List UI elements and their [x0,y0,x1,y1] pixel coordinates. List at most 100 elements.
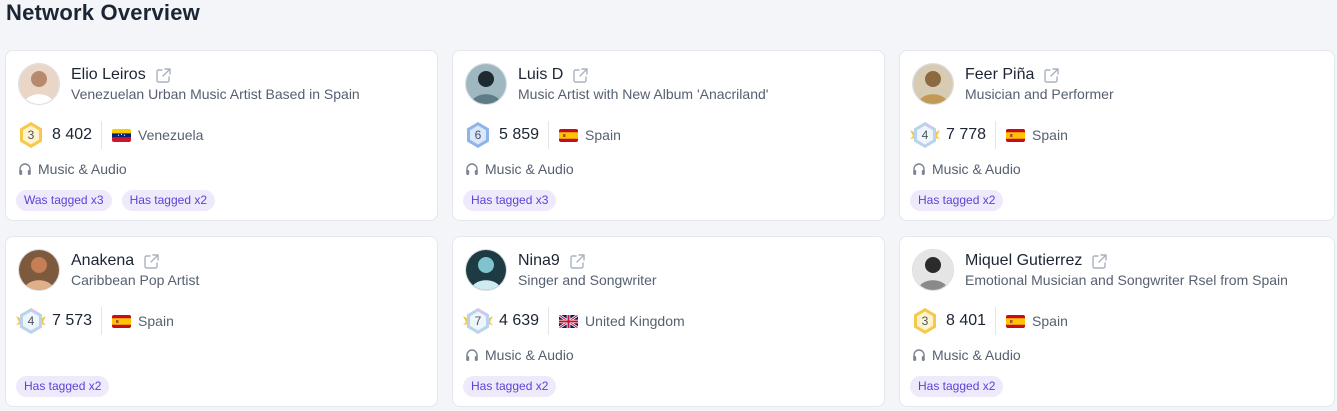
country-label: Spain [1032,313,1068,329]
headphones-icon [465,162,479,176]
profile-description: Singer and Songwriter [518,272,657,288]
score-value: 7 573 [52,312,93,329]
profile-name[interactable]: Miquel Gutierrez [965,252,1082,270]
category-row: Music & Audio [912,160,1021,178]
country-label: Spain [1032,127,1068,143]
avatar[interactable] [912,249,954,291]
level-badge-icon: 7 [463,306,493,336]
category-label: Music & Audio [38,161,127,177]
category-row: Music & Audio [912,346,1021,364]
external-link-icon[interactable] [1091,253,1108,270]
tag-chip[interactable]: Has tagged x2 [463,376,557,397]
tag-chip[interactable]: Has tagged x3 [463,190,557,211]
profile-name[interactable]: Luis D [518,66,563,84]
tag-list: Has tagged x2 [910,376,1013,397]
headphones-icon [465,348,479,362]
score-value: 7 778 [946,126,987,143]
external-link-icon[interactable] [569,253,586,270]
profile-name[interactable]: Nina9 [518,252,560,270]
country-label: Spain [138,313,174,329]
profile-card: Feer Piña Musician and Performer 4 7 778 Spa… [899,50,1335,221]
external-link-icon[interactable] [1043,67,1060,84]
profile-card: Luis D Music Artist with New Album 'Anacr… [452,50,885,221]
divider [548,121,550,149]
name-row: Anakena [71,250,160,272]
tag-list: Was tagged x3 Has tagged x2 [16,190,225,211]
level-number: 7 [474,314,482,328]
tag-list: Has tagged x3 [463,190,566,211]
tag-chip[interactable]: Has tagged x2 [910,190,1004,211]
level-badge-icon: 3 [16,120,46,150]
category-label: Music & Audio [932,161,1021,177]
profile-card: Elio Leiros Venezuelan Urban Music Artist… [5,50,438,221]
tag-chip[interactable]: Has tagged x2 [910,376,1004,397]
category-row: Music & Audio [465,346,574,364]
avatar[interactable] [465,63,507,105]
tag-chip[interactable]: Has tagged x2 [16,376,110,397]
name-row: Luis D [518,64,589,86]
category-row: Music & Audio [465,160,574,178]
spain-flag-icon [1006,314,1026,328]
level-number: 3 [27,128,35,142]
headphones-icon [18,162,32,176]
profile-description: Music Artist with New Album 'Anacriland' [518,86,769,102]
stats-row: 6 5 859 Spain [463,121,621,149]
level-number: 3 [921,314,929,328]
uk-flag-icon [559,314,579,328]
divider [101,121,103,149]
spain-flag-icon [112,314,132,328]
network-grid: Elio Leiros Venezuelan Urban Music Artist… [0,0,1337,411]
category-label: Music & Audio [485,347,574,363]
profile-card: Miquel Gutierrez Emotional Musician and S… [899,236,1335,407]
score-value: 5 859 [499,126,540,143]
profile-name[interactable]: Feer Piña [965,66,1034,84]
category-row: Music & Audio [18,160,127,178]
score-value: 8 401 [946,312,987,329]
avatar[interactable] [18,249,60,291]
level-badge-icon: 6 [463,120,493,150]
venezuela-flag-icon [112,128,132,142]
avatar[interactable] [18,63,60,105]
external-link-icon[interactable] [143,253,160,270]
profile-name[interactable]: Elio Leiros [71,66,146,84]
name-row: Nina9 [518,250,586,272]
divider [995,307,997,335]
score-value: 4 639 [499,312,540,329]
spain-flag-icon [1006,128,1026,142]
stats-row: 3 8 402 Venezuela [16,121,203,149]
profile-description: Venezuelan Urban Music Artist Based in S… [71,86,360,102]
score-value: 8 402 [52,126,93,143]
tag-chip[interactable]: Was tagged x3 [16,190,112,211]
divider [101,307,103,335]
divider [995,121,997,149]
level-badge-icon: 4 [910,120,940,150]
stats-row: 4 7 573 Spain [16,307,174,335]
stats-row: 4 7 778 Spain [910,121,1068,149]
profile-description: Musician and Performer [965,86,1114,102]
name-row: Elio Leiros [71,64,172,86]
level-badge-icon: 4 [16,306,46,336]
tag-list: Has tagged x2 [910,190,1013,211]
tag-chip[interactable]: Has tagged x2 [121,190,215,211]
profile-description: Emotional Musician and Songwriter Rsel f… [965,272,1288,288]
external-link-icon[interactable] [572,67,589,84]
country-label: United Kingdom [585,313,685,329]
headphones-icon [912,348,926,362]
tag-list: Has tagged x2 [463,376,566,397]
avatar[interactable] [912,63,954,105]
name-row: Feer Piña [965,64,1060,86]
level-number: 4 [921,128,929,142]
level-badge-icon: 3 [910,306,940,336]
stats-row: 3 8 401 Spain [910,307,1068,335]
avatar[interactable] [465,249,507,291]
external-link-icon[interactable] [155,67,172,84]
level-number: 4 [27,314,35,328]
profile-card: Nina9 Singer and Songwriter 7 4 639 United K… [452,236,885,407]
headphones-icon [912,162,926,176]
tag-list: Has tagged x2 [16,376,119,397]
country-label: Venezuela [138,127,204,143]
category-label: Music & Audio [485,161,574,177]
profile-name[interactable]: Anakena [71,252,134,270]
spain-flag-icon [559,128,579,142]
category-label: Music & Audio [932,347,1021,363]
